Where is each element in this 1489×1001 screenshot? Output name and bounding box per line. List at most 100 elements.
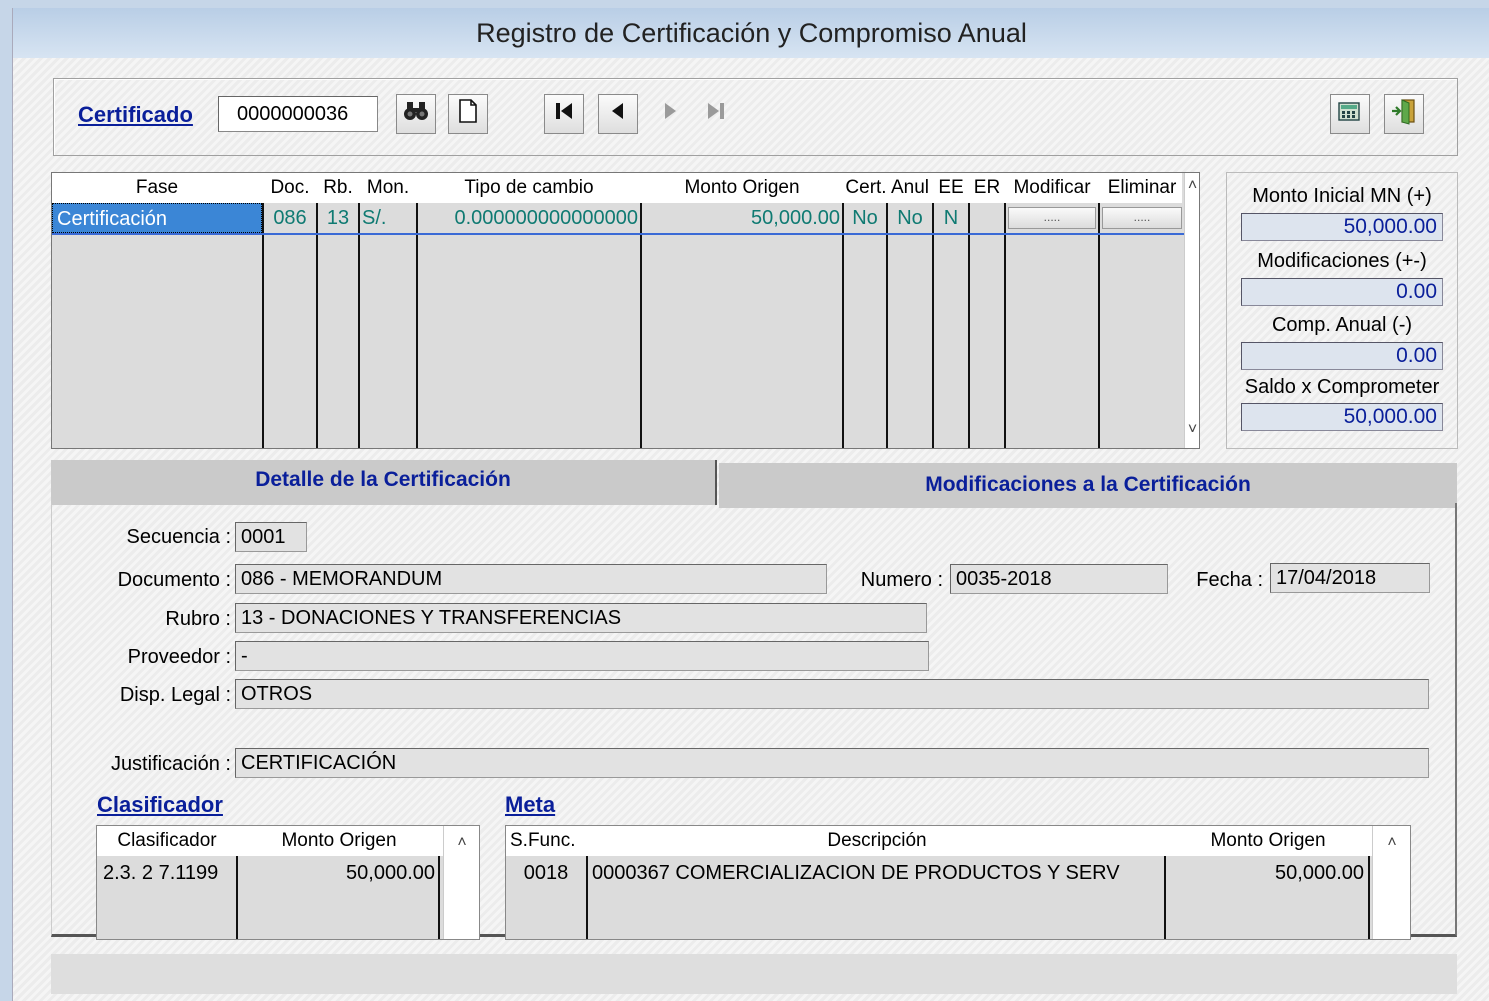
- grid-divider: [968, 203, 970, 448]
- last-record-button[interactable]: [696, 94, 736, 134]
- comp-anual-value: 0.00: [1241, 342, 1443, 370]
- chevron-up-icon[interactable]: ˄: [1373, 834, 1410, 852]
- certificado-link[interactable]: Certificado: [78, 102, 193, 128]
- col-rb[interactable]: Rb.: [318, 173, 358, 203]
- fecha-field[interactable]: 17/04/2018: [1270, 563, 1430, 593]
- secuencia-label: Secuencia :: [126, 526, 231, 548]
- meta-scrollbar[interactable]: ˄: [1372, 826, 1410, 939]
- comp-anual-label: Comp. Anual (-): [1271, 314, 1413, 336]
- grid-divider: [262, 203, 264, 448]
- tab-modificaciones[interactable]: Modificaciones a la Certificación: [719, 463, 1457, 508]
- grid-divider: [886, 203, 888, 448]
- binoculars-icon: [403, 100, 429, 128]
- grid-divider: [358, 203, 360, 448]
- col-clasificador-monto[interactable]: Monto Origen: [239, 826, 439, 856]
- clasificador-grid: Clasificador Monto Origen 2.3. 2 7.1199 …: [96, 825, 480, 940]
- grid-divider: [236, 856, 238, 939]
- calculator-icon: [1337, 99, 1363, 129]
- grid-divider: [416, 203, 418, 448]
- cell-tipo-cambio[interactable]: 0.000000000000000: [418, 203, 638, 233]
- cell-sfunc[interactable]: 0018: [510, 858, 582, 888]
- grid-divider: [932, 203, 934, 448]
- calculator-button[interactable]: [1330, 94, 1370, 134]
- search-button[interactable]: [396, 94, 436, 134]
- grid-divider: [640, 203, 642, 448]
- cell-er[interactable]: [970, 203, 1004, 233]
- cell-rb[interactable]: 13: [318, 203, 358, 233]
- justificacion-field[interactable]: CERTIFICACIÓN: [235, 748, 1429, 778]
- col-tipo-cambio[interactable]: Tipo de cambio: [418, 173, 640, 203]
- col-clasificador[interactable]: Clasificador: [97, 826, 237, 856]
- rubro-field[interactable]: 13 - DONACIONES Y TRANSFERENCIAS: [235, 603, 927, 633]
- col-ee[interactable]: EE: [934, 173, 968, 203]
- table-row[interactable]: Certificación 086 13 S/. 0.0000000000000…: [52, 203, 1184, 235]
- secuencia-field[interactable]: 0001: [235, 522, 307, 552]
- col-sfunc[interactable]: S.Func.: [506, 826, 590, 856]
- saldo-value: 50,000.00: [1241, 403, 1443, 431]
- exit-button[interactable]: [1384, 94, 1424, 134]
- justificacion-label: Justificación :: [110, 753, 231, 775]
- monto-inicial-value: 50,000.00: [1241, 213, 1443, 241]
- grid-scrollbar[interactable]: ˄ ˅: [1184, 173, 1199, 448]
- cell-fase[interactable]: Certificación: [52, 203, 262, 233]
- col-descripcion[interactable]: Descripción: [590, 826, 1164, 856]
- cell-meta-monto[interactable]: 50,000.00: [1168, 858, 1364, 888]
- status-bar: [51, 954, 1457, 994]
- clasificador-scrollbar[interactable]: ˄: [443, 826, 479, 939]
- chevron-up-icon[interactable]: ˄: [444, 834, 479, 852]
- cell-anul[interactable]: No: [888, 203, 932, 233]
- col-meta-monto[interactable]: Monto Origen: [1168, 826, 1368, 856]
- previous-record-icon: [607, 100, 629, 128]
- next-record-icon: [659, 100, 681, 128]
- next-record-button[interactable]: [650, 94, 690, 134]
- col-anul[interactable]: Anul: [888, 173, 932, 203]
- grid-header: Fase Doc. Rb. Mon. Tipo de cambio Monto …: [52, 173, 1182, 203]
- modificar-button[interactable]: .....: [1008, 207, 1096, 229]
- cell-cert[interactable]: No: [844, 203, 886, 233]
- toolbar: Certificado 0000000036: [53, 78, 1458, 156]
- grid-divider: [316, 203, 318, 448]
- cell-descripcion[interactable]: 0000367 COMERCIALIZACION DE PRODUCTOS Y …: [592, 858, 1162, 888]
- col-monto-origen[interactable]: Monto Origen: [642, 173, 842, 203]
- first-record-button[interactable]: [544, 94, 584, 134]
- chevron-down-icon[interactable]: ˅: [1185, 421, 1199, 439]
- cell-doc[interactable]: 086: [264, 203, 316, 233]
- col-cert[interactable]: Cert.: [844, 173, 888, 203]
- eliminar-button[interactable]: .....: [1102, 207, 1182, 229]
- rubro-label: Rubro :: [165, 608, 231, 630]
- summary-panel: Monto Inicial MN (+) 50,000.00 Modificac…: [1226, 172, 1458, 449]
- col-mon[interactable]: Mon.: [360, 173, 416, 203]
- tab-detalle[interactable]: Detalle de la Certificación: [51, 460, 717, 505]
- previous-record-button[interactable]: [598, 94, 638, 134]
- chevron-up-icon[interactable]: ˄: [1185, 177, 1199, 195]
- col-eliminar[interactable]: Eliminar: [1100, 173, 1184, 203]
- meta-link[interactable]: Meta: [505, 792, 555, 818]
- new-document-button[interactable]: [448, 94, 488, 134]
- col-doc[interactable]: Doc.: [264, 173, 316, 203]
- documento-field[interactable]: 086 - MEMORANDUM: [235, 564, 827, 594]
- cell-monto-origen[interactable]: 50,000.00: [642, 203, 840, 233]
- col-fase[interactable]: Fase: [52, 173, 262, 203]
- first-record-icon: [553, 100, 575, 128]
- modificaciones-label: Modificaciones (+-): [1257, 250, 1427, 272]
- col-er[interactable]: ER: [970, 173, 1004, 203]
- cell-mon[interactable]: S/.: [362, 203, 416, 233]
- grid-divider: [1368, 856, 1370, 939]
- col-modificar[interactable]: Modificar: [1006, 173, 1098, 203]
- disp-legal-field[interactable]: OTROS: [235, 679, 1429, 709]
- phases-grid: Fase Doc. Rb. Mon. Tipo de cambio Monto …: [51, 172, 1200, 449]
- cell-ee[interactable]: N: [934, 203, 968, 233]
- cell-clasificador[interactable]: 2.3. 2 7.1199: [103, 858, 235, 888]
- last-record-icon: [705, 100, 727, 128]
- saldo-label: Saldo x Comprometer: [1244, 376, 1440, 398]
- main-window: Registro de Certificación y Compromiso A…: [12, 8, 1489, 1001]
- new-document-icon: [458, 99, 478, 129]
- grid-divider: [842, 203, 844, 448]
- proveedor-field[interactable]: -: [235, 641, 929, 671]
- certificado-input[interactable]: 0000000036: [218, 96, 378, 132]
- proveedor-label: Proveedor :: [127, 646, 231, 668]
- cell-clasificador-monto[interactable]: 50,000.00: [239, 858, 435, 888]
- exit-door-icon: [1390, 97, 1418, 131]
- numero-field[interactable]: 0035-2018: [950, 564, 1168, 594]
- clasificador-link[interactable]: Clasificador: [97, 792, 223, 818]
